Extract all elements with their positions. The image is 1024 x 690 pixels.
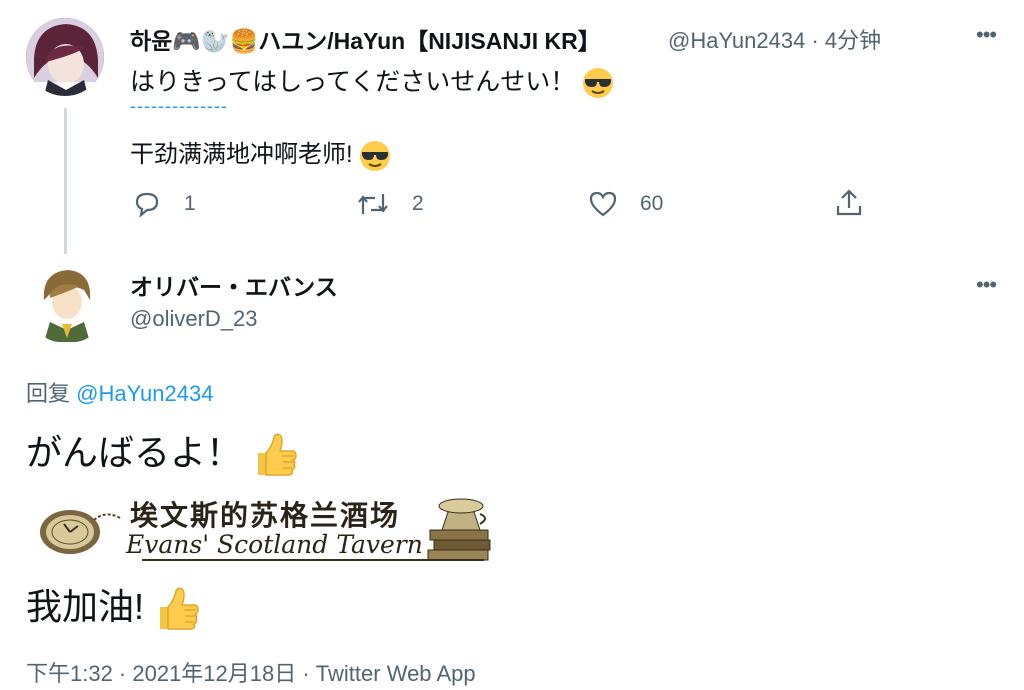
sunglasses-emoji-icon (583, 68, 614, 99)
reply-icon (135, 192, 159, 218)
parent-avatar[interactable] (26, 18, 104, 96)
retweet-icon (358, 194, 388, 214)
reply-action[interactable]: 1 (132, 190, 196, 218)
banner-en-text: Evans' Scotland Tavern (126, 530, 423, 559)
banner-zh-text: 埃文斯的苏格兰酒场 (130, 499, 401, 532)
reply-text-zh-content: 我加油! (26, 586, 145, 627)
reply-text-zh: 我加油! (26, 578, 200, 633)
share-action[interactable] (834, 188, 864, 223)
replying-to-link[interactable]: @HaYun2434 (76, 381, 213, 406)
reply-more-icon[interactable]: ••• (976, 272, 997, 298)
reply-text-ja-content: がんばるよ！ (26, 432, 243, 473)
tweet-timestamp[interactable]: 下午1:32 · 2021年12月18日 · Twitter Web App (26, 656, 476, 688)
reply-count: 1 (184, 192, 196, 215)
thumbs-up-emoji-icon (258, 434, 297, 477)
sunglasses-emoji-icon (360, 140, 391, 171)
heart-icon (589, 191, 617, 217)
parent-text-ja: はりきってはしってくださいせんせい！ (130, 62, 614, 99)
reply-avatar[interactable] (32, 264, 102, 342)
pocket-watch-icon (40, 510, 121, 554)
parent-separator: · (811, 28, 819, 53)
thumbs-up-emoji-icon (160, 588, 199, 631)
reply-display-name[interactable]: オリバー・エバンス (130, 268, 338, 302)
parent-more-icon[interactable]: ••• (976, 22, 997, 48)
retweet-count: 2 (412, 192, 424, 215)
parent-display-name[interactable]: 하윤🎮🦭🍔ハユン/HaYun【NIJISANJI KR】 (130, 22, 601, 56)
parent-text-ja-content: はりきってはしってくださいせんせい！ (130, 68, 576, 96)
reply-handle[interactable]: @oliverD_23 (130, 306, 258, 332)
tavern-banner: 埃文斯的苏格兰酒场 Evans' Scotland Tavern (34, 490, 496, 566)
replying-to: 回复 @HaYun2434 (26, 376, 213, 408)
like-count: 60 (640, 192, 664, 215)
parent-divider: -------------- (130, 96, 228, 116)
parent-time[interactable]: 4分钟 (825, 28, 881, 53)
like-action[interactable]: 60 (588, 190, 663, 218)
replying-to-prefix: 回复 (26, 381, 71, 406)
retweet-action[interactable]: 2 (356, 190, 424, 218)
share-icon (836, 189, 862, 216)
thread-connector-line (64, 108, 67, 254)
parent-handle[interactable]: @HaYun2434 (668, 28, 805, 53)
parent-text-zh-content: 干劲满满地冲啊老师! (130, 141, 353, 168)
books-and-cup-icon (427, 498, 491, 561)
parent-meta: @HaYun2434 · 4分钟 (668, 23, 881, 55)
reply-text-ja: がんばるよ！ (26, 424, 298, 479)
parent-text-zh: 干劲满满地冲啊老师! (130, 134, 391, 172)
